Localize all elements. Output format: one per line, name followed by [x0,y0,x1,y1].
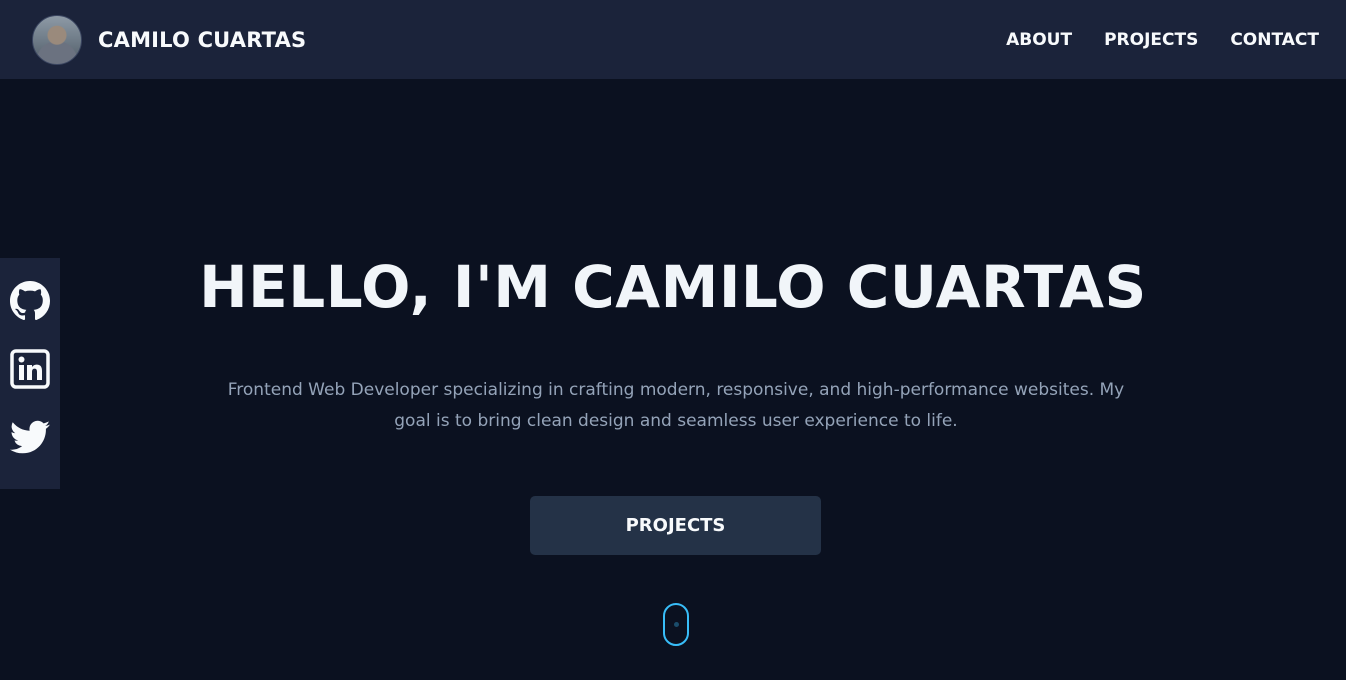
nav-links: ABOUT PROJECTS CONTACT [974,30,1319,50]
nav-link-about[interactable]: ABOUT [1006,30,1072,50]
scroll-down-icon[interactable] [663,603,689,646]
twitter-icon[interactable] [10,417,50,457]
hero-title: HELLO, I'M CAMILO CUARTAS [199,253,1147,321]
avatar [32,14,82,65]
linkedin-icon[interactable] [10,349,50,389]
projects-button[interactable]: PROJECTS [530,496,821,555]
hero-description: Frontend Web Developer specializing in c… [227,380,1125,431]
navbar: CAMILO CUARTAS ABOUT PROJECTS CONTACT [0,0,1346,79]
nav-link-contact[interactable]: CONTACT [1230,30,1319,50]
nav-link-projects[interactable]: PROJECTS [1104,30,1198,50]
brand[interactable]: CAMILO CUARTAS [32,14,306,65]
scroll-dot [674,622,679,627]
brand-name[interactable]: CAMILO CUARTAS [98,28,306,52]
